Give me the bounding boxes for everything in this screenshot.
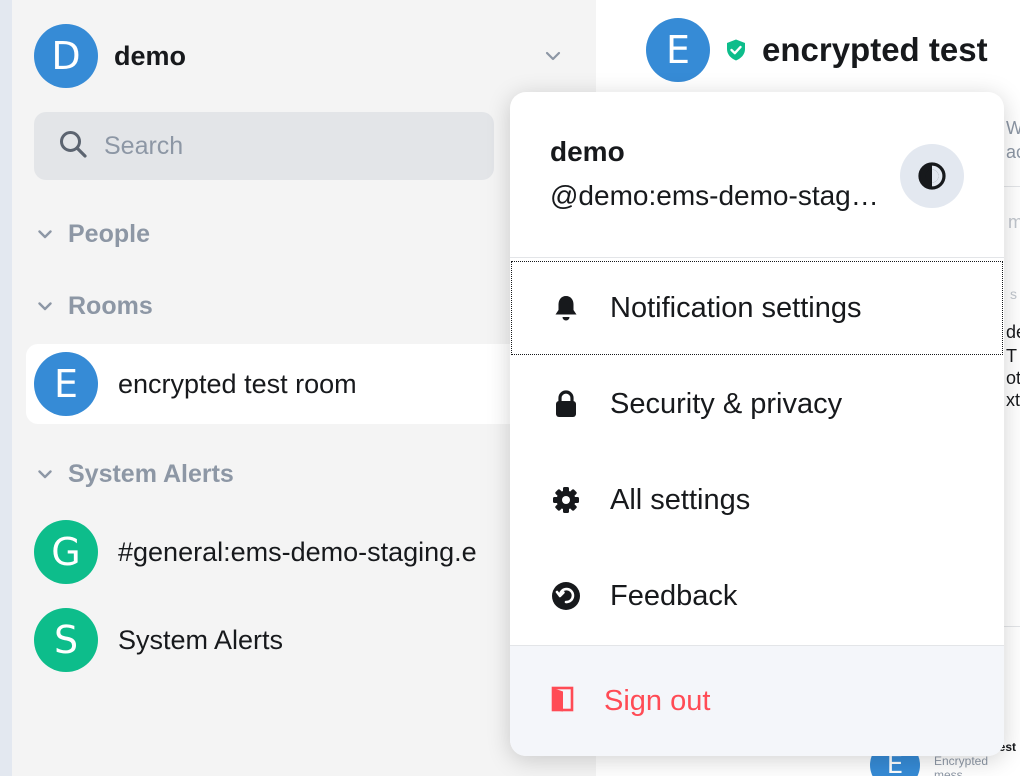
timeline-fragment: de	[1006, 322, 1020, 342]
chevron-down-icon	[36, 465, 54, 483]
room-name: encrypted test room	[118, 368, 357, 399]
contrast-icon	[918, 162, 946, 190]
menu-item-label: Security & privacy	[610, 387, 843, 420]
account-name: demo	[114, 40, 187, 71]
user-menu: demo @demo:ems-demo-staging.element.io N…	[510, 92, 1004, 756]
sign-out-label: Sign out	[604, 685, 711, 717]
room-name: #general:ems-demo-staging.e	[118, 536, 477, 567]
space-panel-strip	[0, 0, 12, 776]
menu-item-feedback[interactable]: Feedback	[510, 548, 1004, 644]
menu-item-label: All settings	[610, 483, 751, 516]
room-header[interactable]: E encrypted test	[646, 18, 988, 82]
section-label: Rooms	[68, 291, 153, 320]
account-avatar[interactable]: D	[34, 24, 98, 88]
feedback-icon	[550, 580, 582, 612]
room-avatar: E	[34, 352, 98, 416]
theme-toggle-button[interactable]	[900, 144, 964, 208]
section-header-rooms[interactable]: Rooms	[36, 286, 153, 326]
timeline-fragment: m	[1008, 212, 1020, 232]
menu-item-label: Notification settings	[610, 291, 862, 324]
user-menu-header: demo @demo:ems-demo-staging.element.io	[510, 92, 1004, 258]
account-header[interactable]: D demo	[34, 24, 564, 88]
section-header-people[interactable]: People	[36, 214, 150, 254]
sign-out-icon	[550, 685, 576, 718]
sign-out-button[interactable]: Sign out	[510, 646, 1004, 756]
user-menu-footer: Sign out	[510, 645, 1004, 756]
room-list-panel: D demo People Rooms E encrypted test roo…	[12, 0, 596, 776]
room-title: encrypted test	[762, 31, 988, 68]
chevron-down-icon[interactable]	[542, 45, 564, 67]
shield-check-icon	[727, 39, 745, 61]
chevron-down-icon	[36, 297, 54, 315]
user-display-name: demo	[550, 136, 625, 167]
chevron-down-icon	[36, 225, 54, 243]
room-name: System Alerts	[118, 624, 284, 655]
room-header-avatar[interactable]: E	[646, 18, 710, 82]
section-label: System Alerts	[68, 459, 234, 488]
menu-item-label: Feedback	[610, 579, 738, 612]
timeline-fragment: ac	[1006, 142, 1020, 162]
room-avatar: G	[34, 520, 98, 584]
bell-icon	[550, 292, 582, 324]
search-input[interactable]	[104, 131, 444, 161]
search-box[interactable]	[34, 112, 494, 180]
timeline-fragment: xt	[1006, 390, 1020, 410]
gear-icon	[550, 484, 582, 516]
timeline-fragment: ot	[1006, 368, 1020, 388]
timeline-divider	[1004, 186, 1020, 187]
timeline-fragment: s	[1010, 286, 1017, 302]
section-header-system-alerts[interactable]: System Alerts	[36, 454, 234, 494]
search-icon	[58, 129, 88, 164]
menu-item-all-settings[interactable]: All settings	[510, 452, 1004, 548]
menu-item-notification-settings[interactable]: Notification settings	[510, 260, 1004, 356]
room-preview-subtitle: Encrypted mess	[934, 754, 989, 776]
lock-icon	[550, 388, 582, 420]
timeline-divider	[1004, 626, 1020, 627]
room-avatar: S	[34, 608, 98, 672]
menu-item-security-privacy[interactable]: Security & privacy	[510, 356, 1004, 452]
timeline-fragment: T	[1006, 346, 1017, 366]
timeline-fragment: W	[1006, 118, 1020, 138]
user-id: @demo:ems-demo-staging.element.io	[550, 180, 880, 211]
section-label: People	[68, 219, 150, 248]
